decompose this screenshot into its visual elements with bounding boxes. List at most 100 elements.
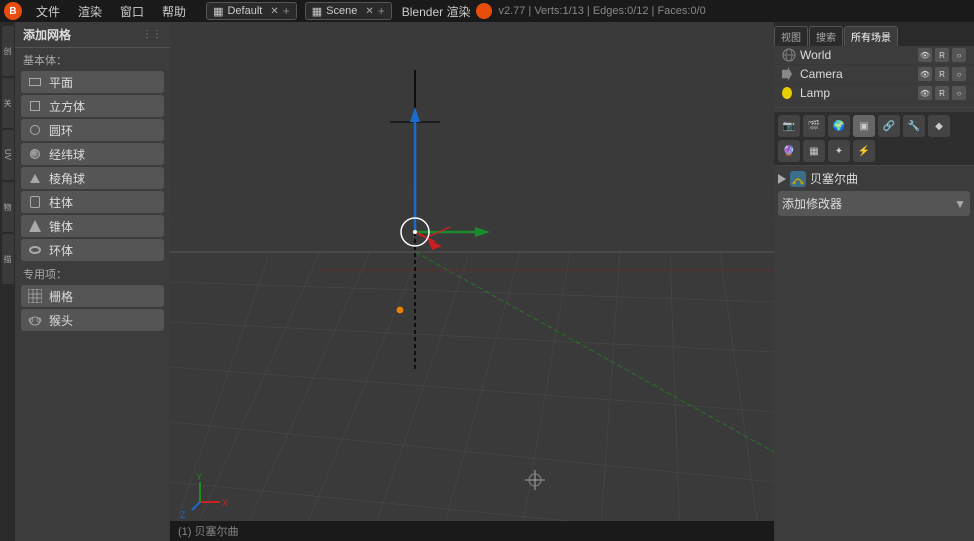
properties-icon-bar: 📷 🎬 🌍 ▣ 🔗 🔧 ◆ 🔮 ▦ ✦ ⚡ [774,112,974,166]
tab-icon-2: ▦ [312,5,322,18]
plane-icon [27,74,43,90]
constraint-props-icon[interactable]: 🔗 [878,115,900,137]
camera-label: Camera [800,67,843,81]
left-tool-strip: 创 关 UV 物 描 [0,22,15,541]
circle-label: 圆环 [49,122,73,139]
icosphere-label: 棱角球 [49,170,85,187]
add-monkey-button[interactable]: 猴头 [21,309,164,331]
lamp-action-2[interactable]: R [935,86,949,100]
tool-create[interactable]: 创 [2,26,14,76]
add-uvsphere-button[interactable]: 经纬球 [21,143,164,165]
tab-label-scene: Scene [326,5,357,17]
world-icon [782,48,796,62]
tab-icon-1: ▦ [213,5,223,18]
tab-all-scenes[interactable]: 所有场景 [844,26,898,46]
torus-label: 环体 [49,242,73,259]
cam-action-3[interactable]: ○ [952,67,966,81]
cylinder-icon [27,194,43,210]
object-props-icon[interactable]: ▣ [853,115,875,137]
physics-props-icon[interactable]: ⚡ [853,140,875,162]
menu-render[interactable]: 渲染 [70,1,110,22]
tool-grease[interactable]: 描 [2,234,14,284]
monkey-icon [27,312,43,328]
add-icosphere-button[interactable]: 棱角球 [21,167,164,189]
workspace-tab-scene[interactable]: ▦ Scene ✕ + [305,2,392,20]
panel-options[interactable]: ⋮⋮ [142,29,162,40]
add-circle-button[interactable]: 圆环 [21,119,164,141]
menu-file[interactable]: 文件 [28,1,68,22]
object-info: (1) 贝塞尔曲 [178,523,239,539]
data-props-icon[interactable]: ◆ [928,115,950,137]
viewport-3d[interactable]: 用户视图（透视） + [170,22,774,541]
tab-close-default[interactable]: ✕ [270,6,278,17]
tool-physics[interactable]: 物 [2,182,14,232]
cam-action-1[interactable]: 👁 [918,67,932,81]
cube-icon [27,98,43,114]
outliner-item-world[interactable]: World 👁 R ○ [774,46,974,65]
lamp-action-3[interactable]: ○ [952,86,966,100]
world-action-2[interactable]: R [935,48,949,62]
render-props-icon[interactable]: 📷 [778,115,800,137]
cylinder-label: 柱体 [49,194,73,211]
add-cube-button[interactable]: 立方体 [21,95,164,117]
add-plane-button[interactable]: 平面 [21,71,164,93]
world-action-1[interactable]: 👁 [918,48,932,62]
add-mesh-panel: 添加网格 ⋮⋮ 基本体： 平面 立方体 圆环 经纬球 棱角球 柱体 锥体 环体 … [15,22,170,541]
cam-action-2[interactable]: R [935,67,949,81]
menu-bar: 文件 渲染 窗口 帮助 [28,1,194,22]
add-modifier-button[interactable]: 添加修改器 ▼ [778,191,970,216]
uvsphere-icon [27,146,43,162]
basic-section-label: 基本体： [15,48,170,70]
tab-search[interactable]: 搜索 [809,26,843,46]
menu-help[interactable]: 帮助 [154,1,194,22]
uvsphere-label: 经纬球 [49,146,85,163]
monkey-label: 猴头 [49,312,73,329]
tab-close-scene[interactable]: ✕ [365,6,373,17]
outliner-item-camera[interactable]: Camera 👁 R ○ [774,65,974,84]
add-cone-button[interactable]: 锥体 [21,215,164,237]
separator [774,107,974,108]
svg-text:Y: Y [196,472,202,482]
cone-icon [27,218,43,234]
bezier-object-icon [790,171,806,187]
add-grid-button[interactable]: 栅格 [21,285,164,307]
engine-icon [476,3,492,19]
modifier-props-icon[interactable]: 🔧 [903,115,925,137]
outliner-item-lamp[interactable]: Lamp 👁 R ○ [774,84,974,103]
tool-uv[interactable]: UV [2,130,14,180]
cone-label: 锥体 [49,218,73,235]
tab-view[interactable]: 视图 [774,26,808,46]
render-engine-label: Blender 渲染 [402,3,471,20]
world-action-3[interactable]: ○ [952,48,966,62]
viewport-canvas: X Y Z [170,22,774,541]
world-label: World [800,48,831,62]
lamp-label: Lamp [800,86,830,100]
expand-triangle[interactable] [778,174,786,184]
scene-props-icon[interactable]: 🎬 [803,115,825,137]
workspace-tab-default[interactable]: ▦ Default ✕ + [206,2,297,20]
material-props-icon[interactable]: 🔮 [778,140,800,162]
blender-logo[interactable]: B [4,2,22,20]
viewport-status-bar: (1) 贝塞尔曲 [170,521,774,541]
texture-props-icon[interactable]: ▦ [803,140,825,162]
tab-add-2[interactable]: + [378,4,385,18]
add-torus-button[interactable]: 环体 [21,239,164,261]
special-section-label: 专用项： [15,262,170,284]
add-cylinder-button[interactable]: 柱体 [21,191,164,213]
bezier-prop-row: 贝塞尔曲 [778,170,970,187]
add-modifier-arrow: ▼ [954,197,966,211]
world-props-icon[interactable]: 🌍 [828,115,850,137]
menu-window[interactable]: 窗口 [112,1,152,22]
lamp-icon [782,86,796,100]
svg-text:Z: Z [180,510,186,520]
icosphere-icon [27,170,43,186]
tool-relations[interactable]: 关 [2,78,14,128]
svg-text:X: X [222,498,228,508]
top-menu-bar: B 文件 渲染 窗口 帮助 ▦ Default ✕ + ▦ Scene ✕ + … [0,0,974,22]
particle-props-icon[interactable]: ✦ [828,140,850,162]
tab-add-1[interactable]: + [283,4,290,18]
lamp-action-1[interactable]: 👁 [918,86,932,100]
bezier-label: 贝塞尔曲 [810,170,858,187]
grid-icon [27,288,43,304]
right-panel-tabs: 视图 搜索 所有场景 [774,22,974,46]
